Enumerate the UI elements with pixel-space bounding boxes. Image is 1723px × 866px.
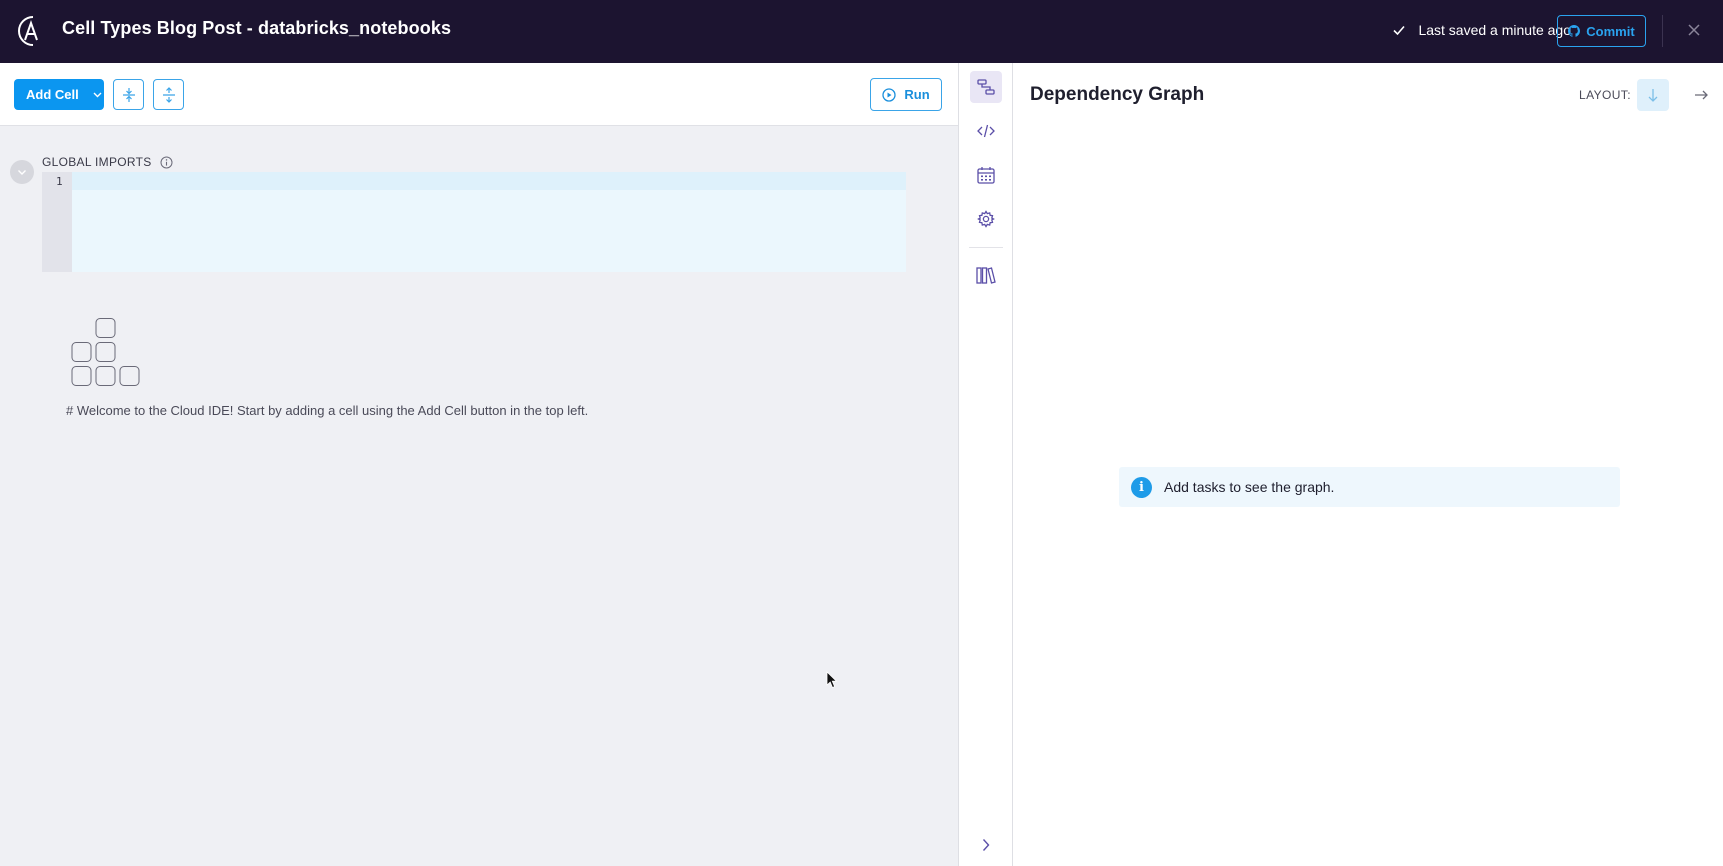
save-status: Last saved a minute ago <box>1392 22 1571 38</box>
add-cell-label: Add Cell <box>26 87 79 102</box>
page-title: Cell Types Blog Post - databricks_notebo… <box>62 18 452 38</box>
layout-vertical-button[interactable] <box>1637 79 1669 111</box>
add-cell-button[interactable]: Add Cell <box>14 79 104 110</box>
top-bar: Cell Types Blog Post - databricks_notebo… <box>0 0 1723 63</box>
expand-all-button[interactable] <box>153 79 184 110</box>
info-icon[interactable] <box>160 156 173 169</box>
arrow-right-icon <box>1695 90 1708 100</box>
run-label: Run <box>904 87 930 102</box>
panel-title: Dependency Graph <box>1030 84 1205 105</box>
line-number: 1 <box>56 175 63 188</box>
gear-icon <box>977 210 995 228</box>
empty-graph-message: Add tasks to see the graph. <box>1164 479 1335 495</box>
divider <box>1662 15 1663 47</box>
line-gutter: 1 <box>42 172 72 272</box>
global-imports-editor[interactable]: 1 <box>42 172 906 272</box>
run-button[interactable]: Run <box>870 78 942 111</box>
astronomer-logo[interactable] <box>14 14 44 48</box>
expand-rail-button[interactable] <box>970 829 1002 861</box>
chevron-down-icon <box>18 169 26 175</box>
welcome-message: # Welcome to the Cloud IDE! Start by add… <box>66 403 589 418</box>
play-circle-icon <box>882 87 897 102</box>
rail-code-button[interactable] <box>970 115 1002 147</box>
layout-label: LAYOUT: <box>1579 88 1631 102</box>
collapse-all-icon <box>122 87 135 102</box>
rail-library-button[interactable] <box>970 259 1002 291</box>
collapse-all-button[interactable] <box>113 79 144 110</box>
empty-graph-notice: i Add tasks to see the graph. <box>1119 467 1620 507</box>
rail-schedule-button[interactable] <box>970 159 1002 191</box>
chevron-down-icon <box>93 92 102 97</box>
commit-label: Commit <box>1586 23 1635 39</box>
side-rail <box>958 63 1013 866</box>
collapse-cell-button[interactable] <box>10 160 34 184</box>
expand-all-icon <box>162 86 175 103</box>
calendar-icon <box>977 167 995 184</box>
close-icon[interactable] <box>1686 22 1702 38</box>
mouse-cursor-icon <box>826 671 838 689</box>
library-icon <box>976 267 996 284</box>
chevron-right-icon <box>982 839 990 851</box>
rail-settings-button[interactable] <box>970 203 1002 235</box>
github-icon <box>1568 25 1581 37</box>
rail-graph-button[interactable] <box>970 71 1002 103</box>
save-status-text: Last saved a minute ago <box>1418 22 1571 38</box>
active-line <box>72 172 906 190</box>
info-icon: i <box>1131 476 1152 498</box>
check-icon <box>1393 25 1406 36</box>
notebook-pane: Add Cell Run GLOBAL IMPORTS 1 # Welcome … <box>0 63 958 866</box>
rail-divider <box>969 247 1003 248</box>
commit-button[interactable]: Commit <box>1557 15 1646 47</box>
global-imports-label: GLOBAL IMPORTS <box>42 155 152 169</box>
dependency-graph-panel: Dependency Graph LAYOUT: i Add tasks to … <box>1013 63 1723 866</box>
global-imports-header: GLOBAL IMPORTS <box>42 155 173 169</box>
arrow-down-icon <box>1648 89 1658 102</box>
graph-icon <box>977 79 995 95</box>
layout-horizontal-button[interactable] <box>1685 79 1717 111</box>
notebook-toolbar: Add Cell Run <box>0 63 958 126</box>
empty-notebook-illustration <box>71 318 140 386</box>
code-icon <box>977 124 995 138</box>
